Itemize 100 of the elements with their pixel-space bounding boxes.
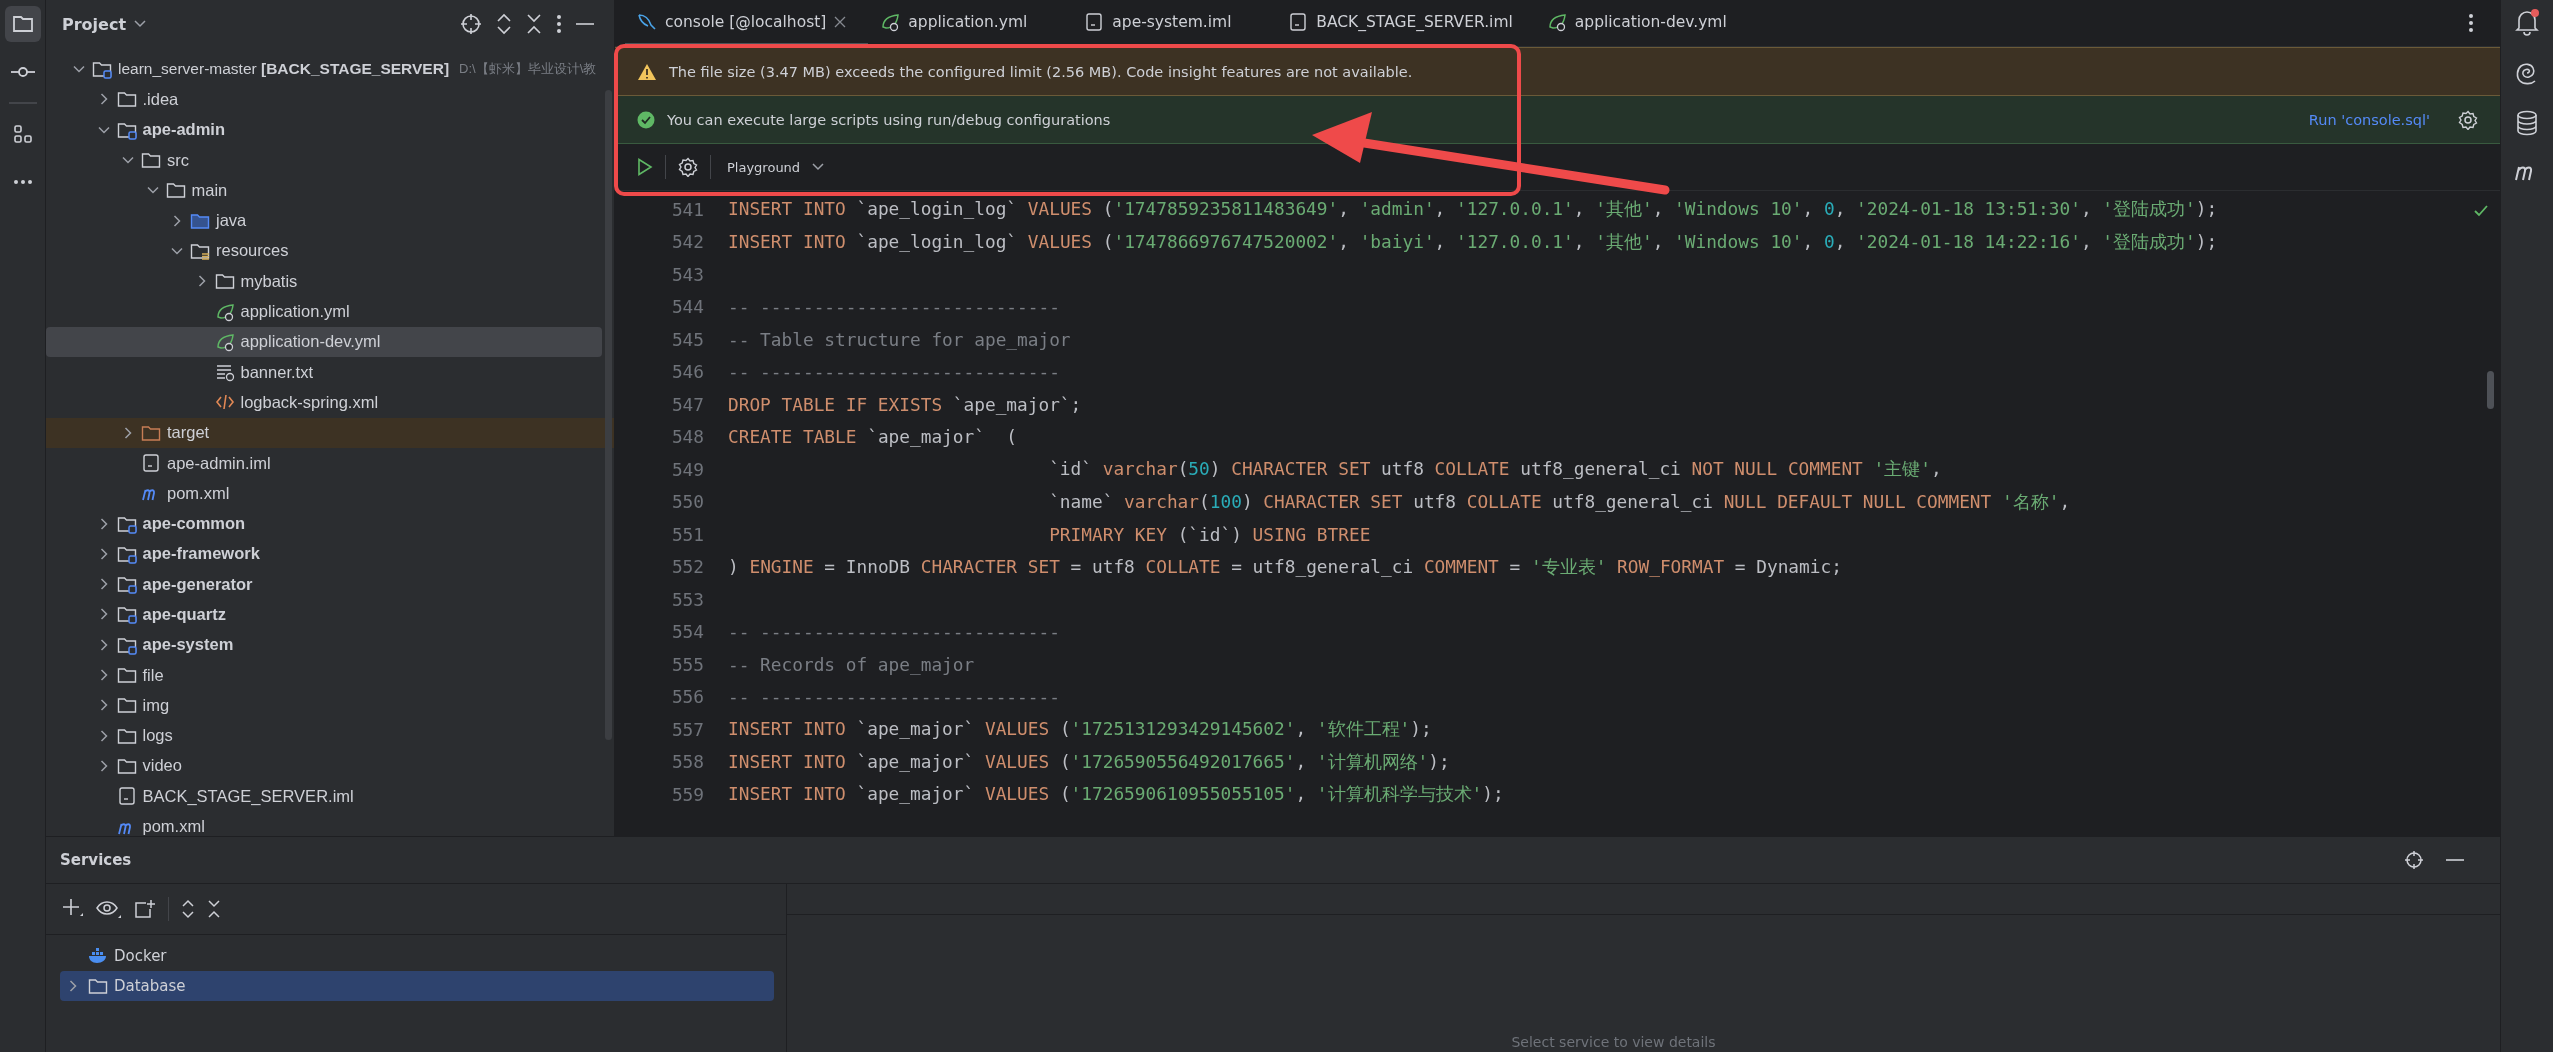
tree-item[interactable]: .idea (46, 84, 602, 115)
leaf-icon (214, 301, 235, 322)
tree-item[interactable]: ape-system (46, 629, 602, 660)
dropdown-caret-icon (134, 20, 147, 28)
folder-icon (116, 665, 137, 686)
line-number: 555 (670, 653, 705, 675)
tree-item[interactable]: target (46, 417, 614, 448)
check-icon (2474, 205, 2488, 217)
new-group-icon[interactable] (134, 899, 156, 919)
line-number: 551 (670, 523, 705, 545)
whale-icon (88, 947, 108, 965)
chevron-icon[interactable] (122, 426, 134, 439)
collapse-all-icon[interactable] (526, 13, 542, 35)
code-line: DROP TABLE IF EXISTS `ape_major`; (728, 393, 1082, 415)
chevron-icon[interactable] (67, 980, 79, 992)
module-folder-icon (92, 59, 112, 80)
run-icon[interactable] (637, 158, 653, 176)
line-number: 550 (670, 491, 705, 513)
code-line: `id` varchar(50) CHARACTER SET utf8 COLLATE utf8_general_ci NOT NULL COMMENT '主键', (1048, 457, 1942, 482)
tree-item[interactable]: mybatis (46, 266, 602, 297)
commit-icon[interactable] (10, 66, 35, 78)
editor-tab[interactable]: BACK_STAGE_SERVER.iml (1276, 0, 1535, 46)
folder-icon[interactable] (11, 14, 34, 34)
code-line: -- ---------------------------- (728, 686, 1060, 708)
code-line: INSERT INTO `ape_login_log` VALUES ('1747859235811483649', 'admin', '127.0.0.1', '其他', 'Windows 10', 0, '2024-01-18 13:51:30', '登陆成功'); (728, 197, 2218, 222)
scrollbar-thumb[interactable] (2487, 371, 2494, 409)
code-line: INSERT INTO `ape_major` VALUES ('1725131293429145602', '软件工程'); (728, 717, 1432, 742)
minimize-icon[interactable] (576, 22, 594, 26)
tree-item[interactable]: application-dev.yml (46, 326, 602, 357)
scrollbar-thumb[interactable] (605, 90, 612, 740)
console-icon (637, 11, 657, 32)
editor-tab[interactable]: ape-system.iml (1072, 0, 1277, 46)
line-number: 544 (670, 296, 705, 318)
tree-item[interactable]: banner.txt (46, 356, 602, 388)
close-icon[interactable] (834, 15, 847, 28)
run-link[interactable]: Run 'console.sql' (2308, 111, 2430, 128)
panel-title: Services (60, 851, 132, 869)
locate-icon[interactable] (460, 13, 482, 35)
editor-tab[interactable]: application.yml (868, 0, 1073, 46)
code-line: -- ---------------------------- (728, 621, 1060, 643)
code-line: INSERT INTO `ape_login_log` VALUES ('1747866976747520002', 'baiyi', '127.0.0.1', '其他', 'Windows 10', 0, '2024-01-18 14:22:16', '登陆成功'); (728, 229, 2218, 254)
more-icon[interactable] (12, 179, 33, 185)
settings-icon[interactable] (2458, 109, 2478, 130)
structure-icon[interactable] (12, 124, 33, 144)
code-line: PRIMARY KEY (`id`) USING BTREE (1048, 523, 1371, 545)
chevron-icon[interactable] (171, 214, 183, 227)
tree-item[interactable]: video (46, 750, 602, 782)
tree-item[interactable]: main (46, 175, 602, 206)
database-icon[interactable] (2515, 110, 2539, 136)
tree-item[interactable]: ape-quartz (46, 599, 602, 630)
expand-all-icon[interactable] (496, 13, 512, 35)
tree-item[interactable]: ape-framework (46, 538, 602, 570)
tree-item[interactable]: img (46, 690, 602, 721)
line-number: 552 (670, 556, 705, 578)
folder-icon (214, 271, 235, 292)
leaf-icon (214, 331, 235, 352)
warning-icon (637, 62, 657, 81)
tree-item[interactable]: src (46, 144, 602, 176)
folder-icon (141, 150, 161, 171)
tree-item[interactable]: resources (46, 235, 602, 267)
line-number: 559 (670, 783, 705, 805)
tree-item[interactable]: pom.xml (46, 478, 602, 509)
code-line: INSERT INTO `ape_major` VALUES ('1726590610955055105', '计算机科学与技术'); (728, 782, 1504, 807)
module-file-icon (141, 453, 161, 473)
panel-title[interactable]: Project (62, 14, 127, 34)
tree-item[interactable]: application.yml (46, 296, 602, 327)
line-number: 542 (670, 231, 705, 253)
info-text: You can execute large scripts using run/debug configurations (667, 111, 1111, 128)
expand-all-icon[interactable] (181, 899, 195, 919)
tree-item[interactable]: logs (46, 720, 602, 751)
tree-item[interactable]: BACK_STAGE_SERVER.iml (46, 781, 602, 812)
tree-item[interactable]: ape-generator (46, 569, 602, 600)
tree-item[interactable]: learn_server-master [BACK_STAGE_SERVER] D:\【虾米】毕业设计\教 (46, 54, 614, 85)
settings-icon[interactable] (678, 157, 698, 177)
warning-text: The file size (3.47 MB) exceeds the configured limit (2.56 MB). Code insight features are not available. (669, 63, 1413, 80)
project-tool-button[interactable] (4, 6, 41, 42)
tree-item[interactable]: ape-admin.iml (46, 447, 602, 479)
bell-icon[interactable] (2513, 8, 2541, 36)
code-line: INSERT INTO `ape_major` VALUES ('1726590556492017665', '计算机网络'); (728, 749, 1450, 774)
eye-icon[interactable] (96, 899, 122, 919)
line-number: 557 (670, 718, 705, 740)
tree-item[interactable]: file (46, 659, 602, 691)
code-line: `name` varchar(100) CHARACTER SET utf8 COLLATE utf8_general_ci NULL DEFAULT NULL COMMENT '名称', (1048, 489, 2071, 514)
tree-item[interactable]: java (46, 205, 602, 236)
collapse-all-icon[interactable] (207, 899, 221, 919)
minimize-icon[interactable] (2446, 858, 2464, 862)
line-number: 543 (670, 263, 705, 285)
leaf-icon (1546, 11, 1567, 32)
module-folder-icon (116, 604, 137, 625)
tree-item[interactable]: logback-spring.xml (46, 387, 602, 418)
tree-item[interactable]: ape-admin (46, 114, 602, 145)
text-file-icon (214, 362, 235, 383)
tree-item[interactable]: pom.xml (46, 811, 602, 836)
line-number: 545 (670, 328, 705, 350)
service-item[interactable]: Database (60, 971, 774, 1001)
service-item[interactable]: Docker (60, 941, 774, 971)
tree-item[interactable]: ape-common (46, 508, 602, 539)
line-number: 548 (670, 426, 705, 448)
schema-dropdown[interactable]: Playground (727, 159, 801, 175)
editor-tab[interactable]: application-dev.yml (1534, 0, 1749, 46)
